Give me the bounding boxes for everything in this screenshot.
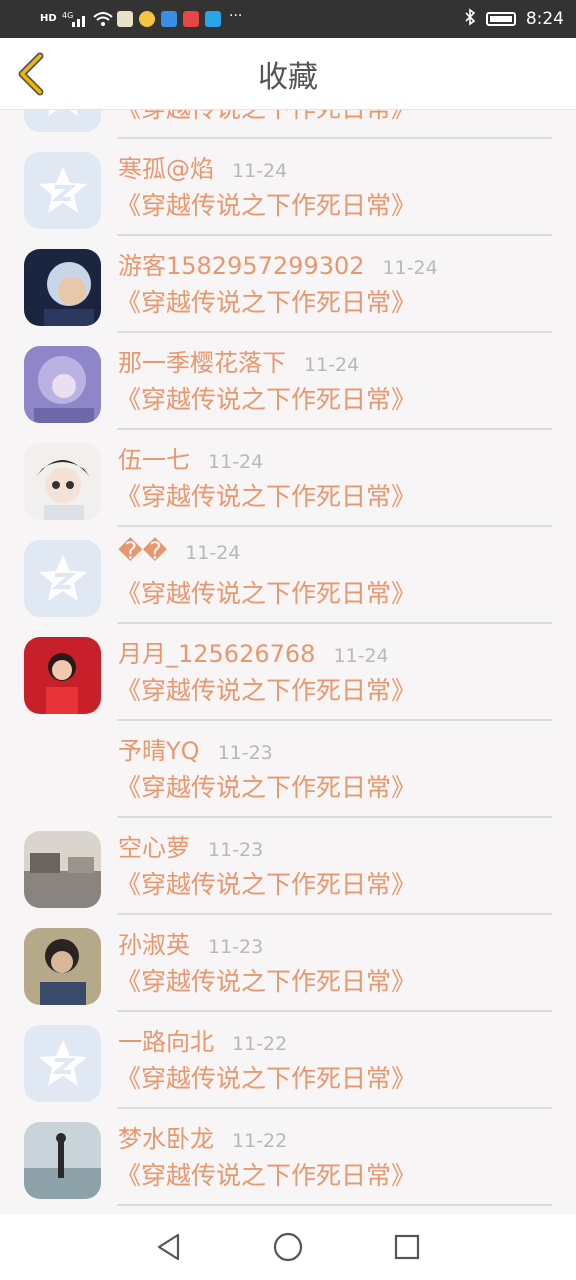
user-name[interactable]: 梦水卧龙 xyxy=(118,1119,214,1154)
timestamp: 11-24 xyxy=(304,354,360,376)
list-item[interactable]: 梦水卧龙 11-22 《穿越传说之下作死日常》 xyxy=(0,1109,576,1206)
list-item[interactable]: 那一季樱花落下 11-24 《穿越传说之下作死日常》 xyxy=(0,333,576,430)
timestamp: 11-23 xyxy=(208,936,264,958)
name-row: 游客1582957299302 11-24 xyxy=(118,246,438,281)
timestamp: 11-24 xyxy=(333,645,389,667)
more-notifications-icon: ··· xyxy=(229,8,243,24)
list-item[interactable]: 一路向北 11-22 《穿越传说之下作死日常》 xyxy=(0,1012,576,1109)
user-name[interactable]: 一路向北 xyxy=(118,1022,214,1057)
name-row: 梦水卧龙 11-22 xyxy=(118,1119,287,1154)
battery-icon xyxy=(485,12,516,26)
book-title[interactable]: 《穿越传说之下作死日常》 xyxy=(116,283,416,319)
app-icon xyxy=(139,11,155,27)
book-title[interactable]: 《穿越传说之下作死日常》 xyxy=(116,671,416,707)
user-name[interactable]: 予晴YQ xyxy=(118,731,200,766)
nav-recents-button[interactable] xyxy=(387,1227,427,1267)
favorites-list[interactable]: 《穿越传说之下作死日常》寒孤@焰11-24《穿越传说之下作死日常》游客15829… xyxy=(0,110,576,1214)
timestamp: 11-24 xyxy=(232,160,288,182)
user-name[interactable]: 伍一七 xyxy=(118,440,190,475)
avatar[interactable] xyxy=(24,928,101,1005)
user-name[interactable]: 寒孤@焰 xyxy=(118,149,214,184)
list-item[interactable]: 月月_125626768 11-24 《穿越传说之下作死日常》 xyxy=(0,624,576,721)
book-title[interactable]: 《穿越传说之下作死日常》 xyxy=(116,110,416,125)
user-name[interactable]: �� xyxy=(118,537,167,565)
user-name[interactable]: 孙淑英 xyxy=(118,925,190,960)
divider xyxy=(117,1204,552,1206)
circle-home-icon xyxy=(273,1232,303,1262)
triangle-back-icon xyxy=(158,1233,180,1261)
timestamp: 11-24 xyxy=(208,451,264,473)
list-item[interactable]: 空心萝 11-23 《穿越传说之下作死日常》 xyxy=(0,818,576,915)
user-name[interactable]: 游客1582957299302 xyxy=(118,246,365,281)
timestamp: 11-24 xyxy=(185,542,241,564)
list-item[interactable]: 伍一七 11-24 《穿越传说之下作死日常》 xyxy=(0,430,576,527)
status-time: 8:24 xyxy=(525,9,564,29)
book-title[interactable]: 《穿越传说之下作死日常》 xyxy=(116,477,416,513)
chevron-left-icon xyxy=(18,52,44,96)
timestamp: 11-24 xyxy=(382,257,438,279)
nav-home-button[interactable] xyxy=(268,1227,308,1267)
name-row: 予晴YQ 11-23 xyxy=(118,731,273,766)
app-icon xyxy=(117,11,133,27)
avatar[interactable] xyxy=(24,831,101,908)
avatar[interactable] xyxy=(24,443,101,520)
back-button[interactable] xyxy=(14,52,48,96)
book-title[interactable]: 《穿越传说之下作死日常》 xyxy=(116,186,416,222)
avatar[interactable] xyxy=(24,152,101,229)
list-item[interactable]: 《穿越传说之下作死日常》 xyxy=(0,110,576,139)
list-item[interactable]: �� 11-24 《穿越传说之下作死日常》 xyxy=(0,527,576,624)
wifi-icon xyxy=(92,10,114,31)
list-item[interactable]: 予晴YQ 11-23 《穿越传说之下作死日常》 xyxy=(0,721,576,818)
avatar[interactable] xyxy=(24,346,101,423)
book-title[interactable]: 《穿越传说之下作死日常》 xyxy=(116,1059,416,1095)
name-row: 孙淑英 11-23 xyxy=(118,925,263,960)
user-name[interactable]: 空心萝 xyxy=(118,828,190,863)
book-title[interactable]: 《穿越传说之下作死日常》 xyxy=(116,768,416,804)
hd-icon: HD xyxy=(40,13,57,24)
avatar[interactable] xyxy=(24,1025,101,1102)
user-name[interactable]: 月月_125626768 xyxy=(118,634,315,669)
name-row: 伍一七 11-24 xyxy=(118,440,263,475)
name-row: 寒孤@焰 11-24 xyxy=(118,149,287,184)
status-right: 8:24 xyxy=(464,7,564,31)
name-row: �� 11-24 xyxy=(118,537,240,565)
page-title: 收藏 xyxy=(258,59,318,95)
user-name[interactable]: 那一季樱花落下 xyxy=(118,343,286,378)
app-icon xyxy=(183,11,199,27)
list-item[interactable]: 孙淑英 11-23 《穿越传说之下作死日常》 xyxy=(0,915,576,1012)
name-row: 一路向北 11-22 xyxy=(118,1022,287,1057)
avatar[interactable] xyxy=(24,1122,101,1199)
name-row: 月月_125626768 11-24 xyxy=(118,634,389,669)
book-title[interactable]: 《穿越传说之下作死日常》 xyxy=(116,962,416,998)
avatar[interactable] xyxy=(24,249,101,326)
book-title[interactable]: 《穿越传说之下作死日常》 xyxy=(116,380,416,416)
avatar[interactable] xyxy=(24,540,101,617)
name-row: 那一季樱花落下 11-24 xyxy=(118,343,359,378)
book-title[interactable]: 《穿越传说之下作死日常》 xyxy=(116,1156,416,1192)
timestamp: 11-22 xyxy=(232,1130,288,1152)
timestamp: 11-23 xyxy=(217,742,273,764)
svg-text:4G: 4G xyxy=(62,11,73,20)
status-bar: HD 4G ··· 8:24 xyxy=(0,0,576,38)
app-icon xyxy=(161,11,177,27)
square-recents-icon xyxy=(394,1234,419,1260)
list-item[interactable]: 游客1582957299302 11-24 《穿越传说之下作死日常》 xyxy=(0,236,576,333)
book-title[interactable]: 《穿越传说之下作死日常》 xyxy=(116,574,416,610)
bluetooth-icon xyxy=(464,7,476,31)
avatar[interactable] xyxy=(24,110,101,132)
app-icon xyxy=(205,11,221,27)
4g-signal-icon: 4G xyxy=(62,10,88,31)
avatar[interactable] xyxy=(24,734,101,811)
timestamp: 11-23 xyxy=(208,839,264,861)
page-header: 收藏 xyxy=(0,38,576,110)
nav-back-button[interactable] xyxy=(149,1227,189,1267)
name-row: 空心萝 11-23 xyxy=(118,828,263,863)
timestamp: 11-22 xyxy=(232,1033,288,1055)
system-nav-bar xyxy=(0,1214,576,1280)
book-title[interactable]: 《穿越传说之下作死日常》 xyxy=(116,865,416,901)
avatar[interactable] xyxy=(24,637,101,714)
list-item[interactable]: 寒孤@焰 11-24 《穿越传说之下作死日常》 xyxy=(0,139,576,236)
